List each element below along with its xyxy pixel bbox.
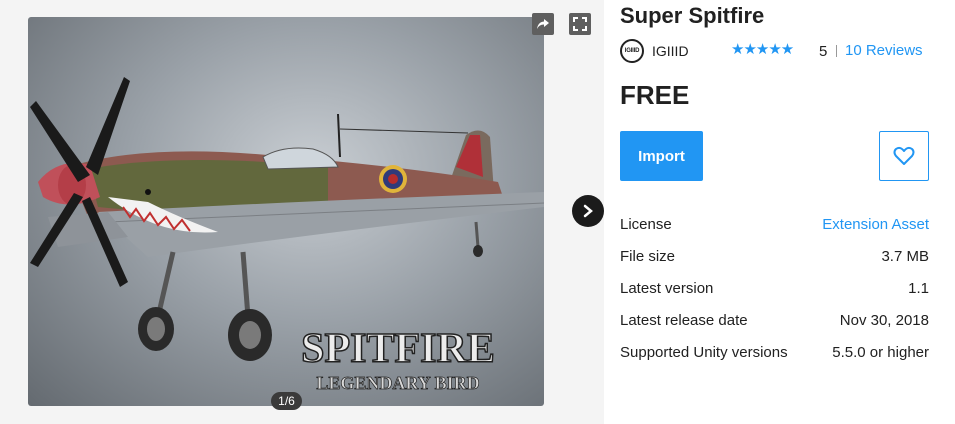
- rating-separator: [836, 45, 837, 57]
- fullscreen-icon: [573, 17, 587, 31]
- details-table: License Extension Asset File size 3.7 MB…: [620, 208, 929, 368]
- hero-image[interactable]: SPITFIRE LEGENDARY BIRD: [28, 17, 544, 406]
- heart-icon: [893, 146, 915, 165]
- image-counter: 1/6: [271, 392, 302, 410]
- spitfire-image: SPITFIRE LEGENDARY BIRD: [30, 77, 544, 393]
- detail-value: 5.5.0 or higher: [832, 343, 929, 361]
- image-gallery: SPITFIRE LEGENDARY BIRD 1/6: [0, 0, 604, 424]
- detail-row-latest-version: Latest version 1.1: [620, 272, 929, 304]
- overlay-subtitle: LEGENDARY BIRD: [316, 373, 479, 393]
- detail-label: License: [620, 215, 672, 233]
- publisher-name[interactable]: IGIIID: [652, 43, 689, 59]
- detail-value: 3.7 MB: [881, 247, 929, 265]
- detail-row-unity-versions: Supported Unity versions 5.5.0 or higher: [620, 336, 929, 368]
- detail-label: Latest release date: [620, 311, 748, 329]
- share-button[interactable]: [532, 13, 554, 35]
- detail-value: 1.1: [908, 279, 929, 297]
- detail-label: Supported Unity versions: [620, 343, 788, 361]
- detail-label: File size: [620, 247, 676, 265]
- reviews-link[interactable]: 10 Reviews: [845, 42, 923, 59]
- overlay-title: SPITFIRE: [301, 326, 495, 372]
- detail-value: Nov 30, 2018: [839, 311, 929, 329]
- chevron-right-icon: [583, 204, 593, 218]
- detail-row-file-size: File size 3.7 MB: [620, 240, 929, 272]
- fullscreen-button[interactable]: [569, 13, 591, 35]
- detail-label: Latest version: [620, 279, 714, 297]
- product-title: Super Spitfire: [620, 3, 765, 28]
- publisher-logo[interactable]: IGIIID: [620, 39, 644, 63]
- rating-stars-icon: ★★★★★: [731, 41, 794, 58]
- detail-row-license: License Extension Asset: [620, 208, 929, 240]
- price: FREE: [620, 80, 690, 110]
- detail-row-release-date: Latest release date Nov 30, 2018: [620, 304, 929, 336]
- rating-value: 5: [819, 43, 828, 60]
- next-image-button[interactable]: [572, 195, 604, 227]
- favorite-button[interactable]: [879, 131, 929, 181]
- import-button[interactable]: Import: [620, 131, 703, 181]
- license-link[interactable]: Extension Asset: [822, 216, 929, 233]
- share-icon: [537, 19, 549, 29]
